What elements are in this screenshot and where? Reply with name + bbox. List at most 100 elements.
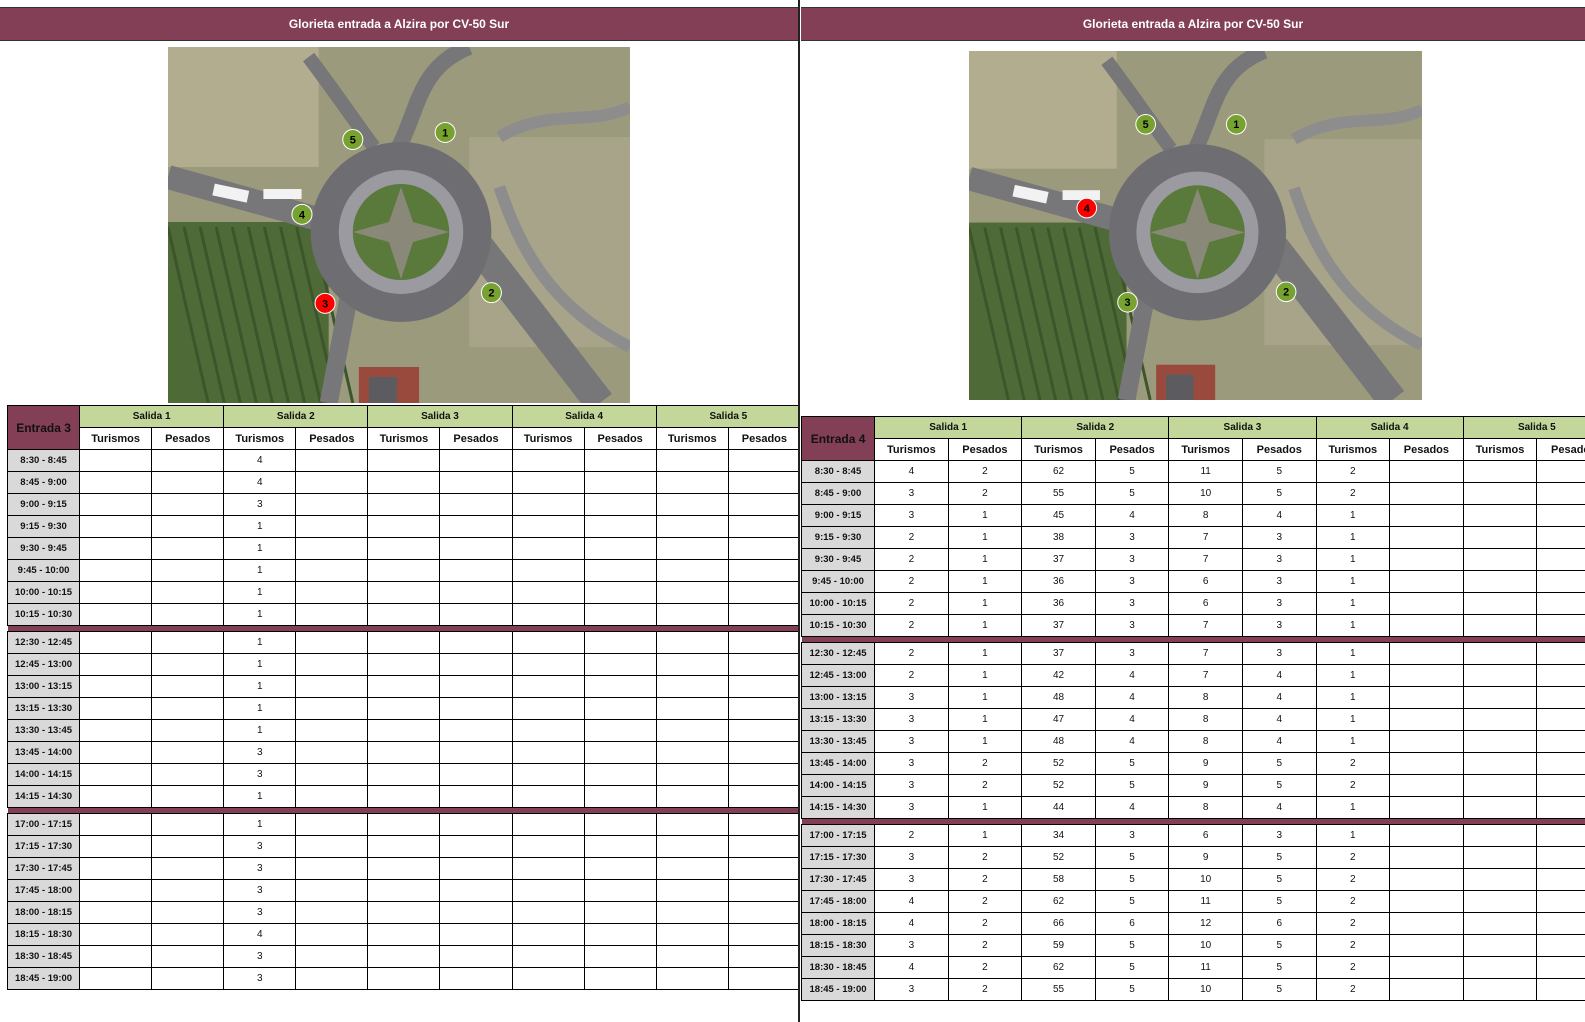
count-cell (1536, 890, 1585, 913)
count-cell: 5 (1094, 978, 1170, 1001)
panel-title: Glorieta entrada a Alzira por CV-50 Sur (801, 7, 1585, 41)
table-row: 17:15 - 17:30 3 (6, 835, 798, 858)
count-cell: 4 (1241, 730, 1317, 753)
count-cell (1536, 460, 1585, 483)
count-cell (655, 631, 729, 654)
count-cell (727, 581, 798, 604)
count-cell (367, 559, 441, 582)
count-cell: 10 (1168, 978, 1243, 1001)
count-cell: 5 (1241, 460, 1317, 483)
count-cell: 1 (947, 730, 1023, 753)
count-cell: 2 (1315, 956, 1391, 979)
count-cell: 4 (1094, 796, 1170, 819)
salida-header: Salida 2 (1021, 416, 1170, 439)
count-cell (151, 901, 225, 924)
count-cell (151, 719, 225, 742)
salida-header: Salida 2 (223, 405, 369, 428)
count-cell (583, 493, 657, 516)
count-cell: 10 (1168, 482, 1243, 505)
count-cell (655, 835, 729, 858)
table-row: 18:30 - 18:45 3 (6, 945, 798, 968)
count-cell (655, 697, 729, 720)
table-row: 14:15 - 14:30 3 1 44 4 8 4 1 (801, 796, 1585, 819)
count-cell: 1 (1315, 548, 1391, 571)
count-cell (583, 741, 657, 764)
count-cell (583, 967, 657, 990)
count-cell: 42 (1021, 664, 1096, 687)
time-slot: 17:00 - 17:15 (6, 813, 81, 836)
count-cell (655, 515, 729, 538)
count-cell (1462, 708, 1538, 731)
salida-header: Salida 3 (367, 405, 513, 428)
count-cell: 62 (1021, 460, 1096, 483)
count-cell: 3 (223, 901, 297, 924)
count-cell (79, 901, 153, 924)
turismos-header: Turismos (874, 438, 949, 461)
time-slot: 18:45 - 19:00 (6, 967, 81, 990)
exit-marker-2: 2 (1275, 281, 1297, 303)
exit-marker-5: 5 (1135, 113, 1157, 135)
count-cell: 4 (223, 923, 297, 946)
count-cell: 11 (1168, 460, 1243, 483)
roundabout-aerial-map: 1 2 3 4 5 (969, 51, 1422, 400)
count-cell (511, 945, 585, 968)
count-cell (295, 559, 369, 582)
time-slot: 13:15 - 13:30 (801, 708, 876, 731)
count-cell: 45 (1021, 504, 1096, 527)
turismos-header: Turismos (1021, 438, 1096, 461)
count-cell: 1 (1315, 592, 1391, 615)
table-row: 13:45 - 14:00 3 (6, 741, 798, 764)
count-cell: 4 (874, 912, 949, 935)
count-cell (79, 493, 153, 516)
count-cell (79, 923, 153, 946)
count-cell (511, 857, 585, 880)
count-cell (655, 763, 729, 786)
count-cell: 1 (223, 581, 297, 604)
count-cell: 3 (874, 686, 949, 709)
count-cell: 1 (947, 642, 1023, 665)
count-cell: 1 (1315, 730, 1391, 753)
time-slot: 17:45 - 18:00 (6, 879, 81, 902)
count-cell (367, 471, 441, 494)
count-cell (727, 967, 798, 990)
count-cell (79, 763, 153, 786)
count-cell (1462, 956, 1538, 979)
table-row: 12:30 - 12:45 1 (6, 631, 798, 654)
count-cell (511, 559, 585, 582)
count-cell (583, 879, 657, 902)
count-cell: 2 (874, 526, 949, 549)
count-cell (1462, 912, 1538, 935)
count-cell: 1 (947, 592, 1023, 615)
count-cell (655, 537, 729, 560)
count-cell: 62 (1021, 890, 1096, 913)
count-cell (151, 697, 225, 720)
count-cell: 2 (947, 846, 1023, 869)
count-cell (583, 835, 657, 858)
entrada-header: Entrada 3 (6, 405, 81, 450)
count-cell (79, 719, 153, 742)
count-cell (151, 835, 225, 858)
count-cell: 62 (1021, 956, 1096, 979)
count-cell (583, 719, 657, 742)
right-panel: Glorieta entrada a Alzira por CV-50 Sur … (801, 0, 1585, 1022)
svg-text:2: 2 (1283, 287, 1289, 299)
count-cell (1389, 504, 1464, 527)
count-cell (151, 631, 225, 654)
count-cell (583, 471, 657, 494)
count-cell (655, 603, 729, 626)
count-cell (1536, 774, 1585, 797)
table-row: 9:00 - 9:15 3 (6, 493, 798, 516)
count-cell (439, 857, 513, 880)
turismos-header: Turismos (1462, 438, 1538, 461)
count-cell (511, 901, 585, 924)
count-cell (367, 537, 441, 560)
count-cell (1389, 526, 1464, 549)
time-slot: 9:45 - 10:00 (801, 570, 876, 593)
count-cell (511, 449, 585, 472)
count-cell: 7 (1168, 526, 1243, 549)
count-cell: 2 (1315, 934, 1391, 957)
count-cell (439, 653, 513, 676)
time-slot: 17:00 - 17:15 (801, 824, 876, 847)
table-row: 18:15 - 18:30 4 (6, 923, 798, 946)
table-row: 10:15 - 10:30 1 (6, 603, 798, 626)
